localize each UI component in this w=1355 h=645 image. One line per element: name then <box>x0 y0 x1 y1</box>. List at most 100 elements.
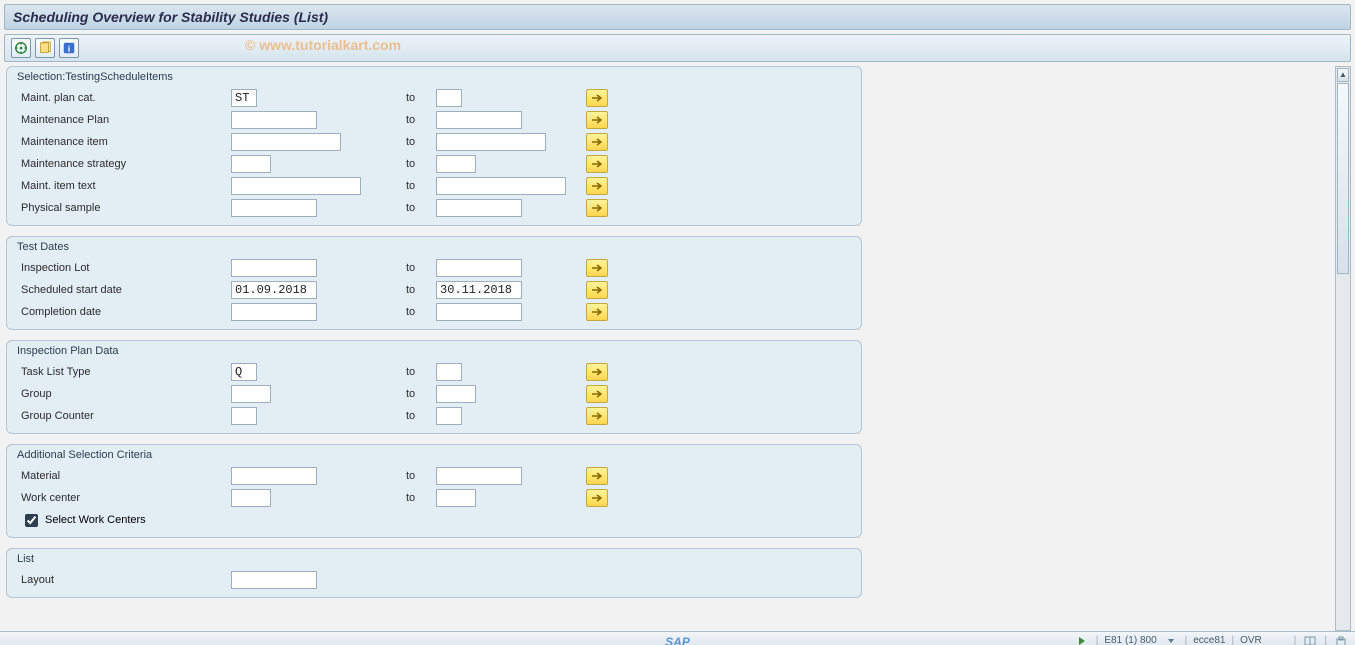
multi-select-button[interactable] <box>586 363 608 381</box>
work-center-from[interactable] <box>231 489 271 507</box>
multi-select-button[interactable] <box>586 385 608 403</box>
to-label: to <box>406 92 436 104</box>
to-label: to <box>406 366 436 378</box>
arrow-right-icon <box>590 262 604 274</box>
scroll-up-arrow[interactable]: ▲ <box>1337 68 1349 82</box>
to-label: to <box>406 262 436 274</box>
multi-select-button[interactable] <box>586 489 608 507</box>
to-label: to <box>406 158 436 170</box>
layout-mode-icon[interactable] <box>1302 634 1318 645</box>
row-layout: Layout <box>7 569 861 591</box>
maintenance-item-from[interactable] <box>231 133 341 151</box>
to-label: to <box>406 410 436 422</box>
arrow-right-icon <box>590 492 604 504</box>
row-completion-date: Completion date to <box>7 301 861 323</box>
execute-icon <box>14 41 28 55</box>
label-maintenance-plan: Maintenance Plan <box>21 114 231 126</box>
row-maintenance-plan: Maintenance Plan to <box>7 109 861 131</box>
layout-input[interactable] <box>231 571 317 589</box>
maintenance-plan-to[interactable] <box>436 111 522 129</box>
group-counter-to[interactable] <box>436 407 462 425</box>
main-content: Selection:TestingScheduleItems Maint. pl… <box>6 66 1333 631</box>
arrow-right-icon <box>590 388 604 400</box>
get-variant-button[interactable] <box>35 38 55 58</box>
to-label: to <box>406 284 436 296</box>
inspection-lot-to[interactable] <box>436 259 522 277</box>
physical-sample-to[interactable] <box>436 199 522 217</box>
label-maint-item-text: Maint. item text <box>21 180 231 192</box>
row-scheduled-start: Scheduled start date to <box>7 279 861 301</box>
multi-select-button[interactable] <box>586 111 608 129</box>
physical-sample-from[interactable] <box>231 199 317 217</box>
multi-select-button[interactable] <box>586 303 608 321</box>
task-list-type-to[interactable] <box>436 363 462 381</box>
arrow-right-icon <box>590 92 604 104</box>
maint-item-text-to[interactable] <box>436 177 566 195</box>
status-bar: SAP | E81 (1) 800 | ecce81 | OVR | | <box>0 631 1355 645</box>
label-layout: Layout <box>21 574 231 586</box>
material-from[interactable] <box>231 467 317 485</box>
material-to[interactable] <box>436 467 522 485</box>
to-label: to <box>406 470 436 482</box>
completion-date-to[interactable] <box>436 303 522 321</box>
arrow-right-icon <box>590 284 604 296</box>
group-from[interactable] <box>231 385 271 403</box>
scroll-thumb[interactable] <box>1337 83 1349 274</box>
multi-select-button[interactable] <box>586 89 608 107</box>
row-select-work-centers: Select Work Centers <box>7 509 861 531</box>
maint-item-text-from[interactable] <box>231 177 361 195</box>
maintenance-plan-from[interactable] <box>231 111 317 129</box>
vertical-scrollbar[interactable]: ▲ <box>1335 66 1351 631</box>
scheduled-start-to[interactable] <box>436 281 522 299</box>
to-label: to <box>406 114 436 126</box>
info-button[interactable]: i <box>59 38 79 58</box>
label-material: Material <box>21 470 231 482</box>
multi-select-button[interactable] <box>586 155 608 173</box>
row-inspection-lot: Inspection Lot to <box>7 257 861 279</box>
dropdown-icon[interactable] <box>1163 634 1179 645</box>
completion-date-from[interactable] <box>231 303 317 321</box>
arrow-right-icon <box>590 470 604 482</box>
group-inspection-plan: Inspection Plan Data Task List Type to G… <box>6 340 862 434</box>
execute-button[interactable] <box>11 38 31 58</box>
work-center-to[interactable] <box>436 489 476 507</box>
multi-select-button[interactable] <box>586 407 608 425</box>
row-task-list-type: Task List Type to <box>7 361 861 383</box>
group-to[interactable] <box>436 385 476 403</box>
multi-select-button[interactable] <box>586 177 608 195</box>
multi-select-button[interactable] <box>586 281 608 299</box>
multi-select-button[interactable] <box>586 133 608 151</box>
select-work-centers-checkbox[interactable] <box>25 514 38 527</box>
group-test-dates-title: Test Dates <box>7 237 861 257</box>
label-select-work-centers: Select Work Centers <box>45 514 146 526</box>
page-title-text: Scheduling Overview for Stability Studie… <box>13 9 328 25</box>
group-counter-from[interactable] <box>231 407 257 425</box>
status-mode: OVR <box>1240 635 1262 645</box>
inspection-lot-from[interactable] <box>231 259 317 277</box>
status-play-icon <box>1074 634 1090 645</box>
maint-plan-cat-to[interactable] <box>436 89 462 107</box>
maint-plan-cat-from[interactable] <box>231 89 257 107</box>
maintenance-strategy-from[interactable] <box>231 155 271 173</box>
scheduled-start-from[interactable] <box>231 281 317 299</box>
close-session-icon[interactable] <box>1333 634 1349 645</box>
label-work-center: Work center <box>21 492 231 504</box>
group-selection-title: Selection:TestingScheduleItems <box>7 67 861 87</box>
arrow-right-icon <box>590 180 604 192</box>
group-list-title: List <box>7 549 861 569</box>
arrow-right-icon <box>590 158 604 170</box>
multi-select-button[interactable] <box>586 467 608 485</box>
arrow-right-icon <box>590 114 604 126</box>
maintenance-strategy-to[interactable] <box>436 155 476 173</box>
to-label: to <box>406 306 436 318</box>
multi-select-button[interactable] <box>586 199 608 217</box>
task-list-type-from[interactable] <box>231 363 257 381</box>
label-maintenance-item: Maintenance item <box>21 136 231 148</box>
toolbar: i © www.tutorialkart.com <box>4 34 1351 62</box>
arrow-right-icon <box>590 136 604 148</box>
group-inspection-plan-title: Inspection Plan Data <box>7 341 861 361</box>
arrow-right-icon <box>590 306 604 318</box>
maintenance-item-to[interactable] <box>436 133 546 151</box>
label-maint-plan-cat: Maint. plan cat. <box>21 92 231 104</box>
multi-select-button[interactable] <box>586 259 608 277</box>
